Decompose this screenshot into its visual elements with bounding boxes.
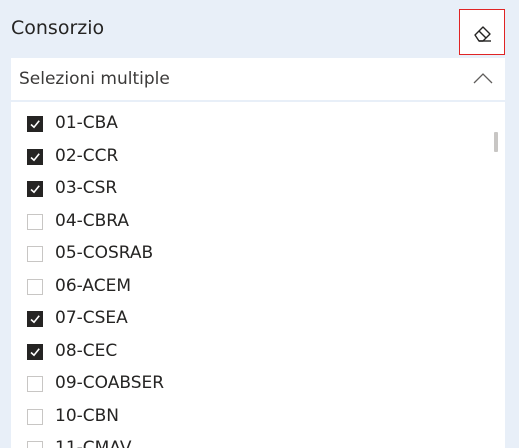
slicer-title: Consorzio [11, 17, 105, 39]
slicer-item-label: 03-CSR [55, 178, 118, 198]
slicer-item[interactable]: 02-CCR [11, 141, 311, 172]
selection-mode-dropdown[interactable]: Selezioni multiple [11, 58, 505, 100]
checkbox-checked[interactable] [27, 181, 43, 197]
checkmark-icon [30, 315, 40, 324]
chevron-up-icon[interactable] [473, 72, 493, 84]
checkmark-icon [30, 152, 40, 161]
scrollbar[interactable] [493, 102, 505, 448]
scrollbar-thumb[interactable] [494, 132, 498, 152]
slicer-item-label: 11-CMAV [55, 438, 132, 448]
slicer-item[interactable]: 09-COABSER [11, 368, 311, 399]
checkbox-unchecked[interactable] [27, 408, 43, 425]
checkmark-icon [30, 120, 40, 129]
checkmark-icon [30, 185, 40, 194]
slicer-item-label: 08-CEC [55, 340, 118, 361]
dropdown-value: Selezioni multiple [19, 69, 170, 89]
checkbox-checked[interactable] [27, 343, 43, 360]
checkbox-unchecked[interactable] [27, 213, 43, 230]
slicer-item-label: 02-CCR [55, 145, 119, 166]
consorzio-slicer: Consorzio Selezioni multiple 01-CBA 02-CC… [0, 0, 519, 448]
slicer-item[interactable]: 05-COSRAB [11, 238, 311, 269]
slicer-list-panel: 01-CBA 02-CCR 03-CSR 04-CBRA 05-COSRAB 06-ACE… [11, 102, 505, 448]
slicer-item[interactable]: 04-CBRA [11, 206, 311, 237]
slicer-item[interactable]: 07-CSEA [11, 303, 311, 334]
slicer-item[interactable]: 11-CMAV [11, 433, 311, 448]
slicer-item[interactable]: 03-CSR [11, 173, 311, 204]
clear-selections-button[interactable] [459, 9, 505, 55]
slicer-header: Consorzio [11, 14, 456, 46]
slicer-item-label: 09-COABSER [55, 373, 165, 393]
slicer-item[interactable]: 08-CEC [11, 336, 311, 367]
checkbox-unchecked[interactable] [27, 441, 43, 448]
checkbox-unchecked[interactable] [27, 376, 43, 392]
slicer-item-label: 07-CSEA [55, 308, 128, 328]
slicer-item-label: 05-COSRAB [55, 243, 154, 263]
slicer-item[interactable]: 06-ACEM [11, 271, 311, 302]
slicer-item-label: 04-CBRA [55, 210, 130, 231]
eraser-icon [474, 26, 491, 42]
slicer-item-label: 06-ACEM [55, 275, 132, 296]
checkbox-unchecked[interactable] [27, 278, 43, 295]
slicer-item-label: 01-CBA [55, 113, 118, 133]
checkbox-checked[interactable] [27, 116, 43, 132]
checkbox-unchecked[interactable] [27, 246, 43, 262]
checkmark-icon [30, 347, 40, 356]
checkbox-checked[interactable] [27, 148, 43, 165]
slicer-item-label: 10-CBN [55, 405, 120, 426]
checkbox-checked[interactable] [27, 311, 43, 327]
slicer-item[interactable]: 01-CBA [11, 108, 311, 139]
slicer-item[interactable]: 10-CBN [11, 401, 311, 432]
